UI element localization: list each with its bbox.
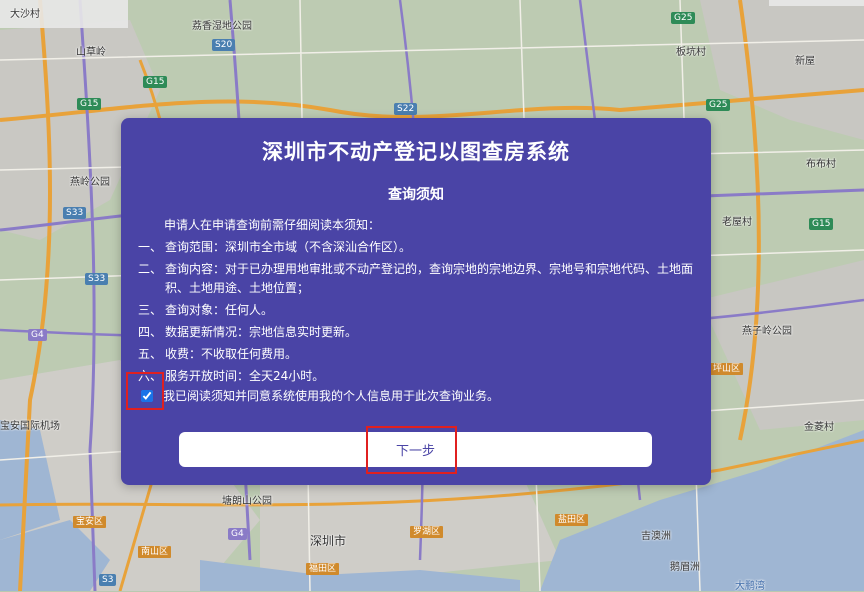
map-place-label: 老屋村: [722, 217, 752, 228]
highway-shield: G4: [228, 528, 247, 540]
highway-shield: G15: [77, 98, 102, 110]
notice-item: 五、 收费：不收取任何费用。: [138, 345, 693, 364]
notice-item-text: 查询范围：深圳市全市域（不含深汕合作区）。: [165, 240, 412, 254]
district-label: 坪山区: [710, 363, 744, 375]
highlight-box-checkbox: [126, 372, 164, 410]
highway-shield: S3: [99, 574, 117, 586]
map-place-label: 山草岭: [76, 47, 106, 58]
district-label: 南山区: [138, 546, 172, 558]
dialog-title: 深圳市不动产登记以图查房系统: [262, 140, 570, 164]
notice-intro: 申请人在申请查询前需仔细阅读本须知：: [164, 218, 381, 232]
highway-shield: G25: [671, 12, 696, 24]
highway-shield: G25: [706, 99, 731, 111]
district-label: 宝安区: [73, 516, 107, 528]
notice-item-text: 查询内容：对于已办理用地审批或不动产登记的，查询宗地的宗地边界、宗地号和宗地代码…: [165, 262, 694, 295]
map-place-label: 塘朗山公园: [222, 496, 272, 507]
map-place-label: 宝安国际机场: [0, 421, 60, 432]
map-place-label: 鹅眉洲: [670, 562, 700, 573]
notice-heading: 查询须知: [388, 187, 444, 203]
notice-item: 六、 服务开放时间：全天24小时。: [138, 367, 693, 386]
map-place-label: 吉澳洲: [641, 531, 671, 542]
map-place-label: 燕岭公园: [70, 177, 110, 188]
notice-item-number: 二、: [138, 262, 163, 276]
district-label: 福田区: [306, 563, 340, 575]
highway-shield: S33: [63, 207, 87, 219]
notice-item-text: 收费：不收取任何费用。: [165, 347, 298, 361]
map-place-label: 大沙村: [10, 9, 40, 20]
notice-item-text: 数据更新情况：宗地信息实时更新。: [165, 325, 358, 339]
notice-item-number: 五、: [138, 347, 163, 361]
map-place-label: 新屋: [795, 56, 815, 67]
notice-item: 四、 数据更新情况：宗地信息实时更新。: [138, 323, 693, 342]
map-place-label: 布布村: [806, 159, 836, 170]
map-overlay-panel-right: [769, 0, 864, 6]
notice-body: 申请人在申请查询前需仔细阅读本须知： 一、 查询范围：深圳市全市域（不含深汕合作…: [138, 216, 693, 389]
map-place-label: 金菱村: [804, 422, 834, 433]
district-label: 盐田区: [555, 514, 589, 526]
highway-shield: S22: [394, 103, 418, 115]
agree-row[interactable]: 我已阅读须知并同意系统使用我的个人信息用于此次查询业务。: [141, 387, 499, 404]
notice-item: 二、 查询内容：对于已办理用地审批或不动产登记的，查询宗地的宗地边界、宗地号和宗…: [138, 260, 693, 298]
map-place-label: 深圳市: [310, 534, 347, 548]
highlight-box-next-button: [366, 426, 457, 474]
notice-item-number: 三、: [138, 303, 163, 317]
map-place-label: 荔香湿地公园: [192, 21, 252, 32]
map-place-label: 板坑村: [676, 47, 706, 58]
highway-shield: G4: [28, 329, 47, 341]
highway-shield: S20: [212, 39, 236, 51]
notice-item: 三、 查询对象：任何人。: [138, 301, 693, 320]
notice-item-text: 查询对象：任何人。: [165, 303, 274, 317]
highway-shield: S33: [85, 273, 109, 285]
district-label: 罗湖区: [410, 526, 444, 538]
agree-label[interactable]: 我已阅读须知并同意系统使用我的个人信息用于此次查询业务。: [163, 387, 499, 404]
notice-item-text: 服务开放时间：全天24小时。: [165, 369, 325, 383]
notice-item-number: 四、: [138, 325, 163, 339]
highway-shield: G15: [143, 76, 168, 88]
notice-item: 一、 查询范围：深圳市全市域（不含深汕合作区）。: [138, 238, 693, 257]
highway-shield: G15: [809, 218, 834, 230]
map-place-label: 燕子岭公园: [742, 326, 792, 337]
notice-item-number: 一、: [138, 240, 163, 254]
map-place-label: 大鹏湾: [735, 581, 765, 592]
